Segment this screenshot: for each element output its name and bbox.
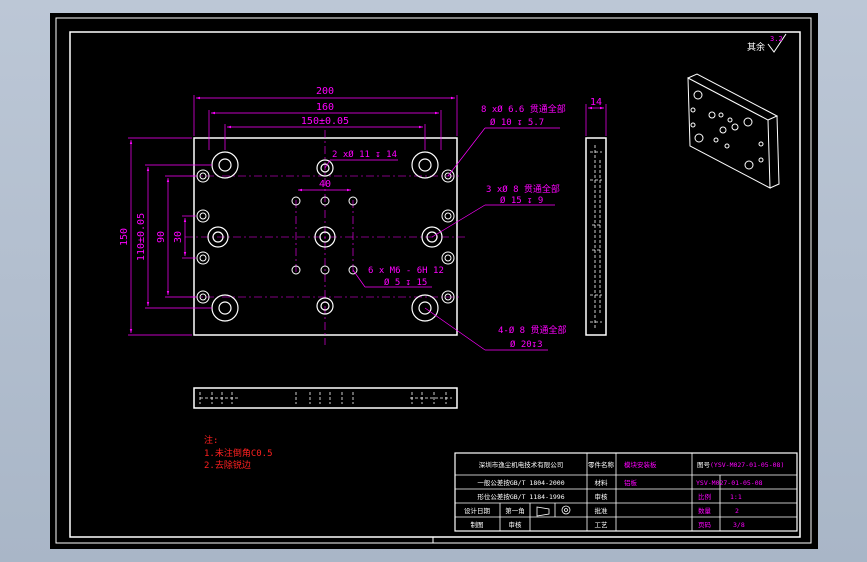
tb-ratio: 1:1	[730, 493, 742, 501]
callout-6-tapped-2: Ø 5 ↧ 15	[384, 277, 427, 288]
dim-h110-tol: 110±0.05	[136, 213, 147, 261]
tb-qty-label: 数量	[698, 506, 712, 515]
cad-drawing: 其余 3.2 200 160 150±0.05 40 150 110±0.05 …	[50, 13, 818, 549]
tb-material-label: 材料	[595, 478, 609, 487]
tb-first-angle: 第一角	[505, 506, 525, 515]
tb-drawn-label: 制图	[471, 520, 484, 529]
tb-sheet: 3/8	[733, 521, 745, 529]
callout-8-holes-2: Ø 10 ↧ 5.7	[490, 117, 544, 128]
tb-general-tolerance: 一般公差按GB/T 1804-2000	[477, 478, 564, 487]
callout-4-holes-2: Ø 20↧3	[510, 339, 543, 350]
callout-3-holes-2: Ø 15 ↧ 9	[500, 195, 543, 206]
callout-4-holes-1: 4-Ø 8 贯通全部	[498, 324, 567, 336]
dim-h90: 90	[156, 231, 167, 243]
tb-drawno: YSV-M027-01-05-08	[696, 479, 763, 487]
tb-sheet-label: 页码	[698, 521, 712, 529]
tb-checked-label: 审核	[509, 520, 523, 529]
tb-form-tolerance: 形位公差按GB/T 1184-1996	[477, 492, 564, 501]
tb-approve-label: 批准	[595, 506, 609, 515]
notes-line1: 1.未注倒角C0.5	[204, 447, 273, 459]
dim-150-tol: 150±0.05	[301, 116, 349, 127]
tb-part-name: 模块安装板	[624, 460, 657, 469]
tb-part-name-label: 零件名称	[588, 460, 615, 469]
roughness-label: 其余	[747, 41, 765, 53]
tb-ratio-label: 比例	[698, 492, 711, 501]
tb-drawno-label: 图号	[697, 461, 711, 469]
tb-material: 铝板	[624, 478, 638, 487]
tb-design-date-label: 设计日期	[464, 506, 491, 515]
callout-6-tapped-1: 6 x M6 - 6H 12	[368, 266, 444, 276]
dim-40: 40	[319, 179, 331, 190]
dim-h30: 30	[173, 231, 184, 243]
notes-line2: 2.去除锐边	[204, 459, 251, 471]
tb-company: 深圳市逸尘机电技术有限公司	[479, 460, 564, 469]
tb-process-label: 工艺	[595, 521, 609, 529]
callout-2-holes: 2 xØ 11 ↧ 14	[332, 149, 397, 160]
notes-title: 注:	[204, 434, 218, 446]
dim-200: 200	[316, 86, 334, 97]
dim-h150: 150	[119, 228, 130, 246]
tb-review-label: 审核	[595, 492, 609, 501]
tb-qty: 2	[735, 507, 739, 515]
tb-drawno-paren: (YSV-M027-01-05-08)	[710, 461, 784, 469]
callout-3-holes-1: 3 xØ 8 贯通全部	[486, 183, 560, 195]
dim-160: 160	[316, 102, 334, 113]
roughness-value: 3.2	[770, 35, 783, 43]
callout-8-holes-1: 8 xØ 6.6 贯通全部	[481, 103, 566, 115]
dim-thickness-14: 14	[590, 97, 602, 108]
